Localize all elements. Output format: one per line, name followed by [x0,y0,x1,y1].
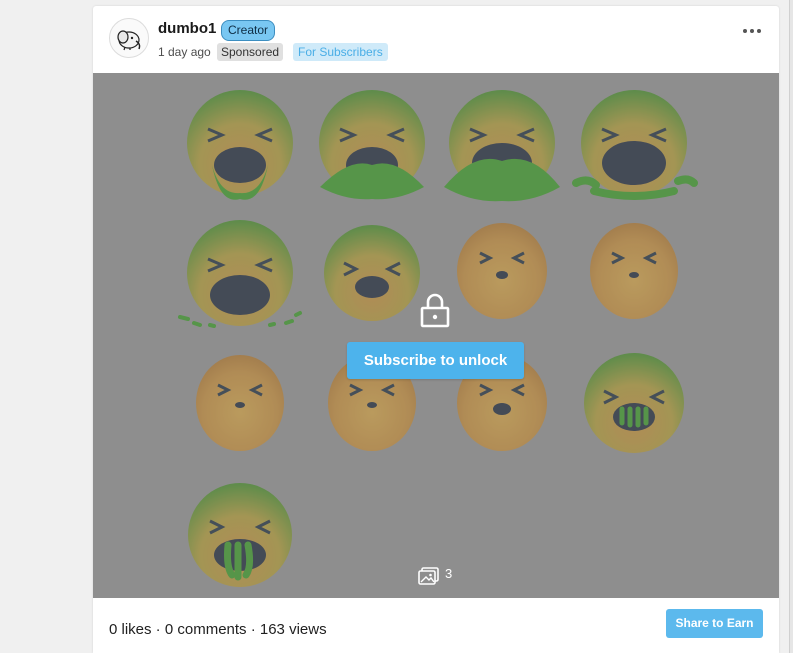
image-gallery-icon [418,567,439,585]
creator-badge: Creator [221,20,276,41]
more-options-button[interactable] [743,24,763,36]
post-stats: 0 likes · 0 comments · 163 views [109,621,327,638]
elephant-logo-icon [117,30,141,51]
page-scrollbar-edge [789,0,793,653]
locked-media-preview: Subscribe to unlock 3 [93,73,779,598]
post-header: dumbo1 Creator 1 day ago Sponsored For S… [93,6,779,73]
image-count-number: 3 [445,566,453,581]
lock-icon [420,293,450,328]
sponsored-tag: Sponsored [217,43,284,61]
post-footer: 0 likes · 0 comments · 163 views Share t… [93,598,779,653]
post-time: 1 day ago [158,45,211,59]
subscribers-tag: For Subscribers [293,43,388,61]
subscribe-to-unlock-button[interactable]: Subscribe to unlock [347,342,524,379]
more-horizontal-icon [743,29,747,33]
post-card: dumbo1 Creator 1 day ago Sponsored For S… [93,6,779,653]
emoji-preview-image [93,73,779,598]
share-to-earn-button[interactable]: Share to Earn [666,609,763,638]
username[interactable]: dumbo1 [158,20,216,38]
avatar[interactable] [109,18,149,58]
